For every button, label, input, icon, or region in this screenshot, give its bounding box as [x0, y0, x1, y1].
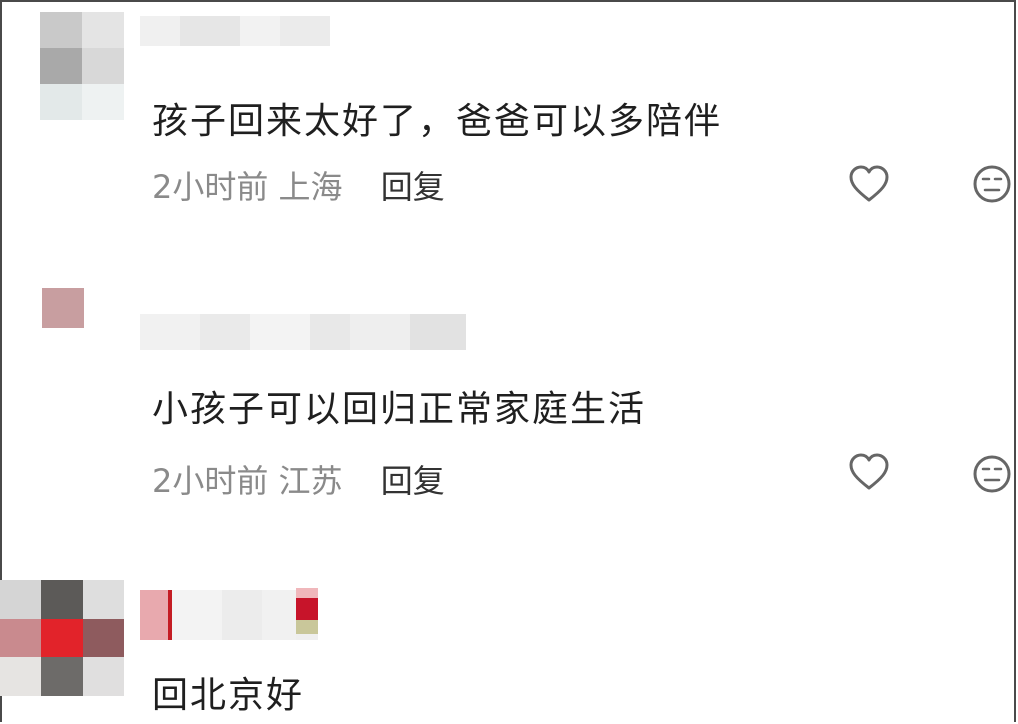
- avatar[interactable]: [40, 12, 124, 120]
- username-blurred[interactable]: [140, 314, 466, 350]
- username-blurred[interactable]: [140, 16, 330, 46]
- reply-button[interactable]: 回复: [381, 462, 445, 500]
- comment-text: 回北京好: [152, 675, 305, 716]
- comment-item: 小孩子可以回归正常家庭生活 2小时前 江苏 回复: [0, 280, 1018, 560]
- comment-time: 2小时前: [152, 462, 269, 500]
- heart-outline-icon[interactable]: [848, 164, 890, 204]
- comment-meta: 2小时前 江苏 回复: [152, 456, 445, 502]
- heart-outline-icon[interactable]: [848, 452, 890, 492]
- avatar[interactable]: [0, 580, 124, 696]
- comment-text: 孩子回来太好了，爸爸可以多陪伴: [152, 101, 723, 142]
- comment-time: 2小时前: [152, 168, 269, 206]
- comment-location: 上海: [278, 168, 343, 206]
- avatar[interactable]: [42, 288, 84, 328]
- username-blurred[interactable]: [140, 590, 318, 640]
- reply-button[interactable]: 回复: [381, 168, 445, 206]
- neutral-face-icon[interactable]: [972, 164, 1012, 204]
- comment-item: 回北京好: [0, 580, 1018, 724]
- comment-location: 江苏: [278, 462, 343, 500]
- comment-item: 孩子回来太好了，爸爸可以多陪伴 2小时前 上海 回复: [0, 0, 1018, 260]
- vip-badge: [296, 588, 318, 634]
- comment-meta: 2小时前 上海 回复: [152, 162, 445, 208]
- neutral-face-icon[interactable]: [972, 454, 1012, 494]
- comment-text: 小孩子可以回归正常家庭生活: [152, 389, 647, 430]
